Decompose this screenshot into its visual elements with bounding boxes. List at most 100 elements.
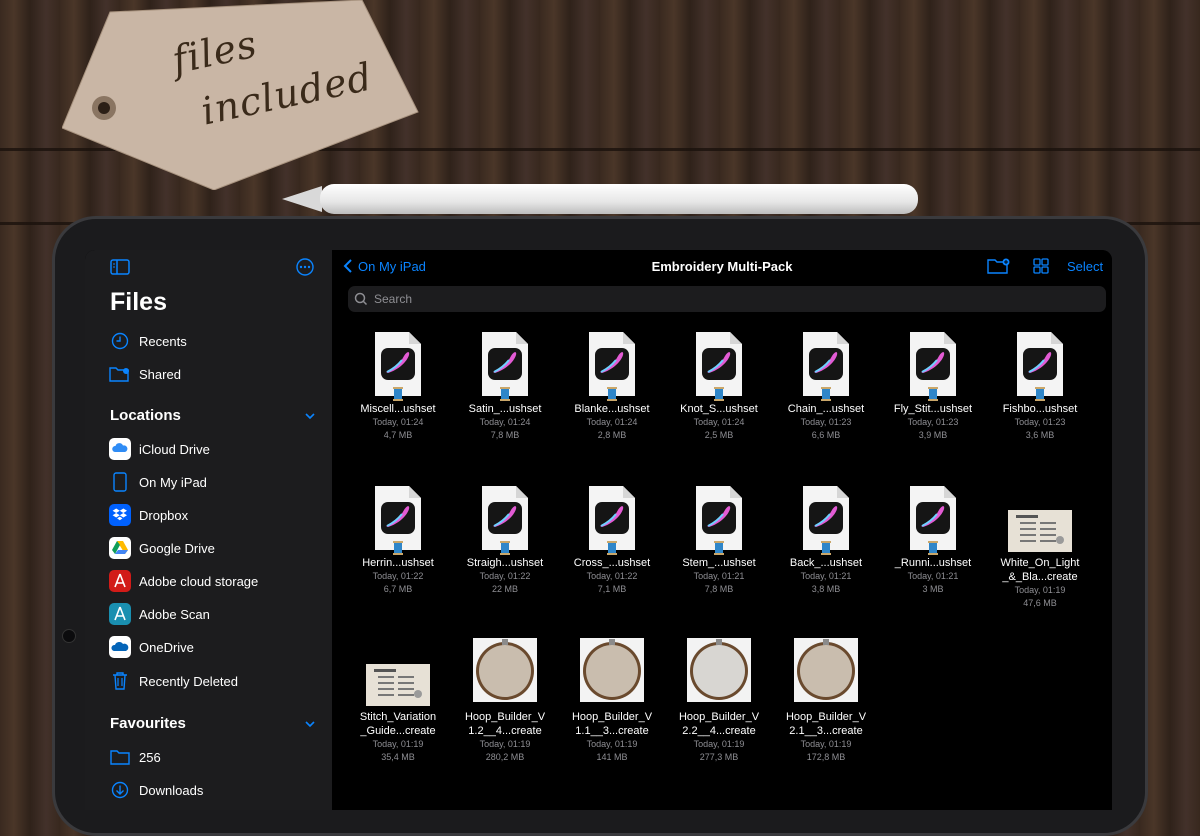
file-thumbnail (348, 638, 448, 708)
file-item[interactable]: Herrin...ushset Today, 01:22 6,7 MB (348, 484, 448, 596)
sidebar-item-adobe-scan[interactable]: Adobe Scan (108, 601, 210, 627)
file-thumbnail (455, 330, 555, 401)
sidebar: Files Recents Shared Locations iCloud Dr… (85, 250, 332, 810)
sidebar-item-recently-deleted[interactable]: Recently Deleted (108, 668, 238, 694)
file-name: Satin_...ushset (468, 403, 542, 415)
file-item[interactable]: _Runni...ushset Today, 01:21 3 MB (883, 484, 983, 596)
file-item[interactable]: Fishbo...ushset Today, 01:23 3,6 MB (990, 330, 1090, 442)
sidebar-item-recents[interactable]: Recents (108, 328, 187, 354)
file-date: Today, 01:24 (372, 417, 424, 427)
select-button[interactable]: Select (1067, 259, 1103, 274)
file-thumbnail (562, 638, 662, 708)
ipad-icon (108, 470, 132, 494)
sidebar-item-label: Shared (139, 366, 181, 382)
file-thumbnail (883, 330, 983, 401)
sidebar-item-dropbox[interactable]: Dropbox (108, 502, 188, 528)
chevron-down-icon[interactable] (304, 410, 316, 422)
sidebar-item-icloud-drive[interactable]: iCloud Drive (108, 436, 210, 462)
sidebar-item-label: On My iPad (139, 474, 207, 490)
file-size: 35,4 MB (381, 752, 415, 762)
file-thumbnail (990, 330, 1090, 401)
file-size: 7,1 MB (597, 584, 627, 594)
file-date: Today, 01:21 (800, 571, 852, 581)
sidebar-item-downloads[interactable]: Downloads (108, 777, 203, 803)
shared-folder-icon (108, 362, 132, 386)
file-item[interactable]: Hoop_Builder_V 2.1__3...create Today, 01:1… (776, 638, 876, 764)
file-name: Hoop_Builder_V 1.1__3...create (571, 711, 653, 737)
file-date: Today, 01:24 (479, 417, 531, 427)
file-thumbnail (990, 484, 1090, 554)
file-item[interactable]: Back_...ushset Today, 01:21 3,8 MB (776, 484, 876, 596)
file-item[interactable]: Chain_...ushset Today, 01:23 6,6 MB (776, 330, 876, 442)
new-folder-icon[interactable] (986, 257, 1012, 275)
file-thumbnail (883, 484, 983, 555)
file-item[interactable]: Straigh...ushset Today, 01:22 22 MB (455, 484, 555, 596)
file-date: Today, 01:21 (907, 571, 959, 581)
section-locations-title: Locations (110, 407, 181, 424)
file-date: Today, 01:24 (693, 417, 745, 427)
sidebar-item-adobe-cloud-storage[interactable]: Adobe cloud storage (108, 568, 258, 594)
file-item[interactable]: Hoop_Builder_V 1.1__3...create Today, 01:1… (562, 638, 662, 764)
file-name: Hoop_Builder_V 2.2__4...create (678, 711, 760, 737)
file-date: Today, 01:24 (586, 417, 638, 427)
file-date: Today, 01:22 (372, 571, 424, 581)
folder-icon (108, 745, 132, 769)
sidebar-item-onedrive[interactable]: OneDrive (108, 634, 194, 660)
file-item[interactable]: Stitch_Variation _Guide...create Today, 01… (348, 638, 448, 764)
file-name: Straigh...ushset (466, 557, 544, 569)
sidebar-item-shared[interactable]: Shared (108, 361, 181, 387)
file-name: Cross_...ushset (573, 557, 651, 569)
file-name: Fly_Stit...ushset (893, 403, 973, 415)
file-thumbnail (455, 484, 555, 555)
file-date: Today, 01:19 (586, 739, 638, 749)
file-thumbnail (348, 330, 448, 401)
file-thumbnail (669, 638, 769, 708)
file-date: Today, 01:19 (693, 739, 745, 749)
chevron-left-icon (343, 259, 352, 273)
file-item[interactable]: Fly_Stit...ushset Today, 01:23 3,9 MB (883, 330, 983, 442)
file-item[interactable]: Hoop_Builder_V 2.2__4...create Today, 01:1… (669, 638, 769, 764)
file-size: 22 MB (491, 584, 518, 594)
sidebar-item-label: OneDrive (139, 639, 194, 655)
file-item[interactable]: Cross_...ushset Today, 01:22 7,1 MB (562, 484, 662, 596)
file-size: 3,9 MB (918, 430, 948, 440)
sidebar-item-label: Google Drive (139, 540, 215, 556)
file-name: Hoop_Builder_V 2.1__3...create (785, 711, 867, 737)
sidebar-item-label: 256 (139, 749, 161, 765)
file-date: Today, 01:19 (800, 739, 852, 749)
search-input[interactable] (372, 291, 1076, 307)
file-item[interactable]: Miscell...ushset Today, 01:24 4,7 MB (348, 330, 448, 442)
file-item[interactable]: Hoop_Builder_V 1.2__4...create Today, 01:1… (455, 638, 555, 764)
sidebar-item-label: Recently Deleted (139, 673, 238, 689)
sidebar-item-label: Downloads (139, 782, 204, 798)
file-item[interactable]: Knot_S...ushset Today, 01:24 2,5 MB (669, 330, 769, 442)
file-item[interactable]: Satin_...ushset Today, 01:24 7,8 MB (455, 330, 555, 442)
file-name: White_On_Light _&_Bla...create (1000, 557, 1080, 583)
sidebar-item-256[interactable]: 256 (108, 744, 161, 770)
file-size: 3 MB (922, 584, 944, 594)
file-size: 3,6 MB (1025, 430, 1055, 440)
download-icon (108, 778, 132, 802)
back-button[interactable]: On My iPad (343, 258, 426, 274)
file-thumbnail (562, 484, 662, 555)
file-item[interactable]: White_On_Light _&_Bla...create Today, 01:1… (990, 484, 1090, 610)
sidebar-toggle-icon[interactable] (109, 258, 131, 276)
chevron-down-icon[interactable] (304, 718, 316, 730)
sidebar-item-on-my-ipad[interactable]: On My iPad (108, 469, 207, 495)
grid-view-icon[interactable] (1032, 257, 1050, 275)
sidebar-title: Files (110, 288, 167, 316)
adobe-scan-icon (108, 602, 132, 626)
file-item[interactable]: Blanke...ushset Today, 01:24 2,8 MB (562, 330, 662, 442)
file-thumbnail (348, 484, 448, 555)
sidebar-item-label: Recents (139, 333, 187, 349)
section-favourites-title: Favourites (110, 715, 186, 732)
file-name: Stem_...ushset (682, 557, 756, 569)
sidebar-item-google-drive[interactable]: Google Drive (108, 535, 215, 561)
search-bar[interactable] (348, 286, 1106, 312)
file-item[interactable]: Stem_...ushset Today, 01:21 7,8 MB (669, 484, 769, 596)
more-options-icon[interactable] (295, 257, 315, 277)
onedrive-icon (108, 635, 132, 659)
apple-pencil (282, 184, 918, 214)
icloud-icon (108, 437, 132, 461)
trash-icon (108, 669, 132, 693)
